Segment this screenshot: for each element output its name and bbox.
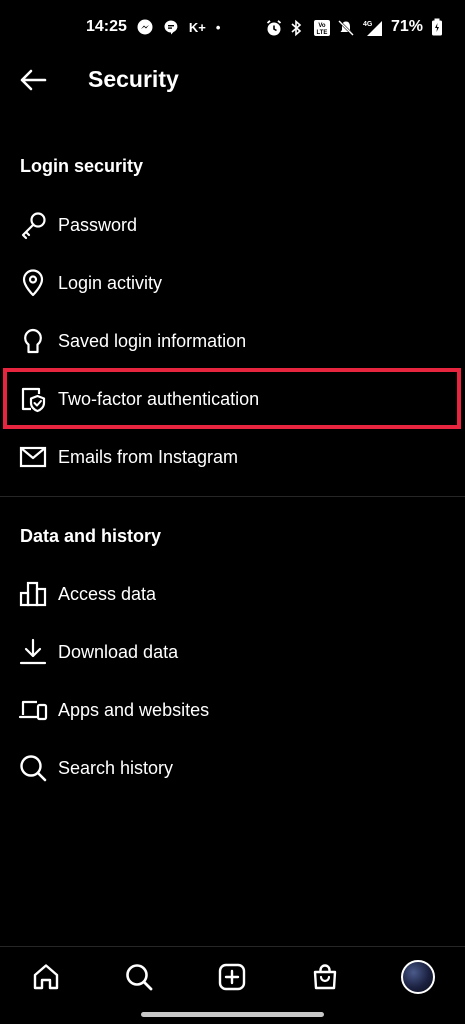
menu-label-saved-login: Saved login information: [58, 331, 247, 351]
signal-icon: 4G: [361, 19, 383, 36]
menu-label-apps-websites: Apps and websites: [58, 700, 210, 720]
battery-icon: [431, 18, 443, 36]
section-title-data-history: Data and history: [20, 526, 162, 546]
nav-create[interactable]: [214, 959, 250, 995]
section-divider: [0, 496, 465, 497]
search-icon: [126, 964, 153, 991]
k-plus-label: K+: [188, 19, 206, 35]
page-title: Security: [88, 66, 179, 92]
status-bar: 14:25 K+ • Vo LTE 4G 71%: [0, 0, 465, 54]
key-icon: [18, 210, 48, 240]
svg-text:LTE: LTE: [317, 30, 328, 36]
menu-label-access-data: Access data: [58, 584, 157, 604]
nav-search[interactable]: [121, 959, 157, 995]
svg-text:Vo: Vo: [318, 23, 326, 29]
download-icon: [18, 637, 48, 667]
menu-label-two-factor: Two-factor authentication: [58, 389, 260, 409]
status-left: 14:25 K+ •: [86, 18, 220, 36]
menu-item-two-factor[interactable]: Two-factor authentication: [0, 370, 465, 428]
search-icon: [18, 753, 48, 783]
menu-item-password[interactable]: Password: [0, 196, 465, 254]
shop-icon: [313, 964, 337, 990]
menu-label-search-history: Search history: [58, 758, 174, 778]
menu-label-password: Password: [58, 215, 138, 235]
keyhole-icon: [18, 326, 48, 356]
profile-avatar: [401, 960, 435, 994]
home-indicator[interactable]: [141, 1012, 324, 1017]
mute-icon: [337, 19, 354, 36]
add-icon: [218, 963, 246, 991]
menu-label-emails: Emails from Instagram: [58, 447, 239, 467]
header: Security: [0, 54, 465, 106]
bar-chart-icon: [18, 579, 48, 609]
status-right: Vo LTE 4G 71%: [265, 18, 443, 37]
menu-item-access-data[interactable]: Access data: [0, 565, 465, 623]
shield-check-icon: [18, 384, 48, 414]
chat-bubble-icon: [163, 19, 179, 35]
battery-percent: 71%: [390, 18, 423, 35]
back-button[interactable]: [16, 64, 50, 96]
menu-label-download-data: Download data: [58, 642, 179, 662]
status-time: 14:25: [86, 18, 127, 35]
menu-item-emails[interactable]: Emails from Instagram: [0, 428, 465, 486]
messenger-icon: [137, 19, 153, 35]
status-dot: •: [215, 19, 221, 35]
nav-home[interactable]: [28, 959, 64, 995]
menu-item-apps-websites[interactable]: Apps and websites: [0, 681, 465, 739]
alarm-icon: [265, 19, 282, 36]
devices-icon: [18, 695, 48, 725]
location-pin-icon: [18, 268, 48, 298]
network-type: 4G: [363, 21, 373, 28]
menu-item-download-data[interactable]: Download data: [0, 623, 465, 681]
security-screen: 14:25 K+ • Vo LTE 4G 71% Security Login …: [0, 0, 465, 1024]
mail-icon: [18, 442, 48, 472]
menu-item-login-activity[interactable]: Login activity: [0, 254, 465, 312]
section-title-login-security: Login security: [20, 156, 144, 176]
arrow-left-icon: [20, 69, 47, 91]
bluetooth-icon: [289, 19, 305, 37]
nav-profile[interactable]: [400, 959, 436, 995]
menu-label-login-activity: Login activity: [58, 273, 163, 293]
bottom-nav: [0, 946, 465, 1006]
menu-item-saved-login[interactable]: Saved login information: [0, 312, 465, 370]
volte-icon: Vo LTE: [313, 19, 330, 36]
menu-item-search-history[interactable]: Search history: [0, 739, 465, 797]
nav-shop[interactable]: [307, 959, 343, 995]
home-icon: [33, 964, 59, 990]
